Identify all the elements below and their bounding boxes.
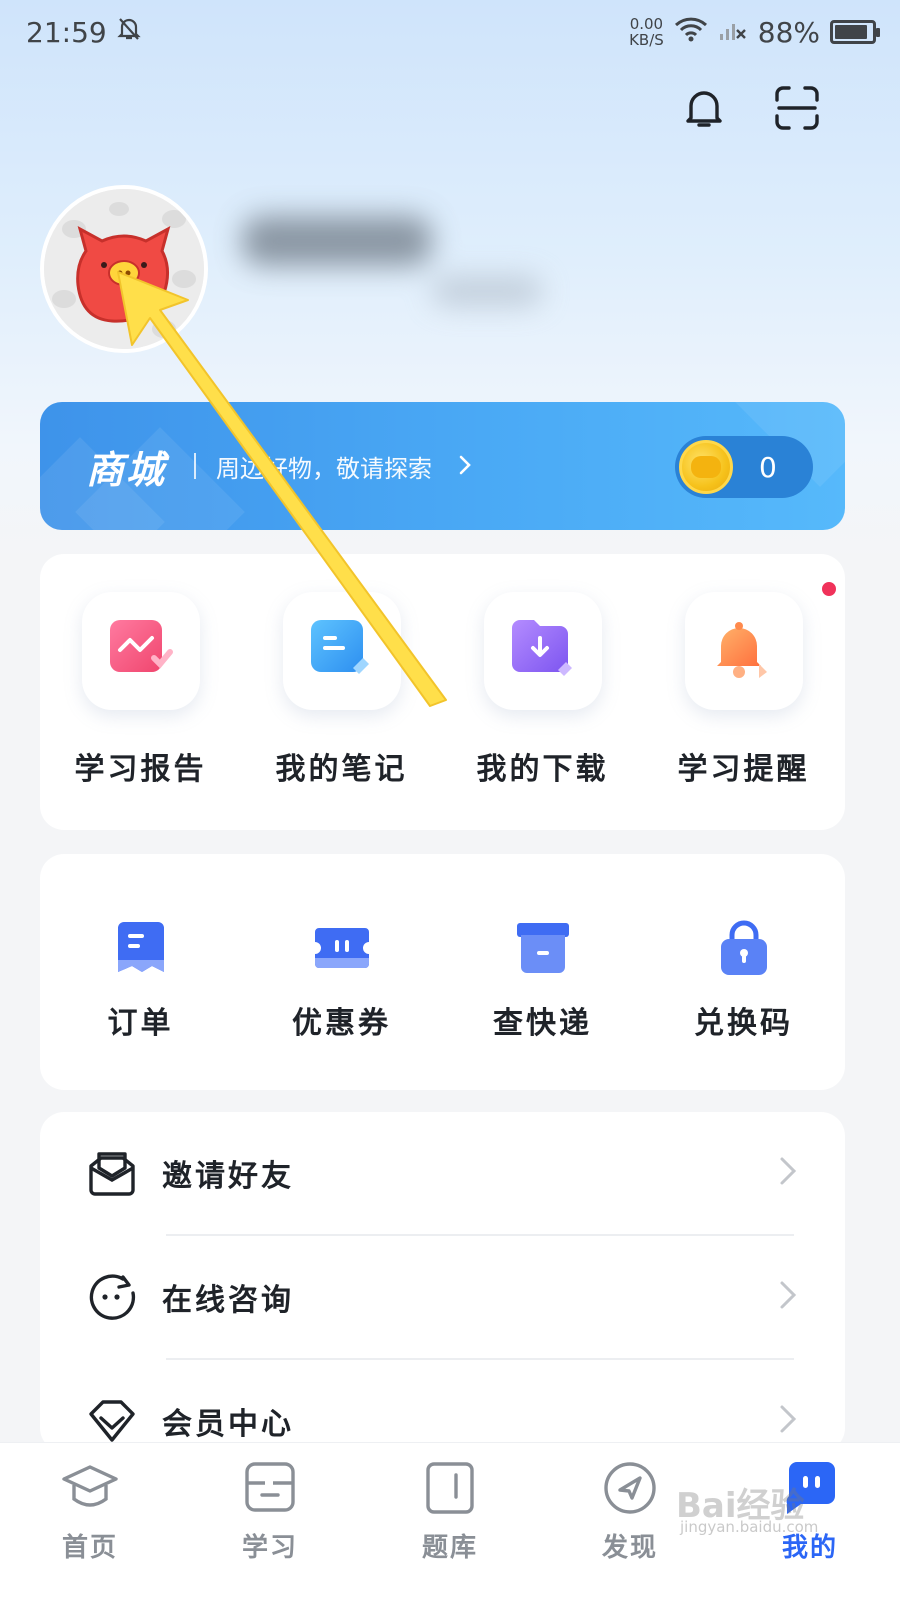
nav-label: 学习 xyxy=(241,1533,298,1563)
avatar[interactable] xyxy=(40,185,208,353)
net-speed: 0.00 KB/S xyxy=(629,16,664,48)
service-order[interactable]: 订单 xyxy=(40,854,241,1090)
nav-discover[interactable]: 发现 xyxy=(540,1443,720,1600)
username-blurred xyxy=(222,196,542,336)
quick-action-study-report[interactable]: 学习报告 xyxy=(40,554,241,830)
nav-label: 首页 xyxy=(61,1533,118,1563)
battery-percent: 88% xyxy=(757,15,820,49)
battery-level xyxy=(835,25,867,39)
discover-compass-icon xyxy=(599,1457,661,1519)
question-bank-icon xyxy=(419,1457,481,1519)
service-express[interactable]: 查快递 xyxy=(442,854,643,1090)
reminder-badge xyxy=(820,580,838,598)
quick-action-notes[interactable]: 我的笔记 xyxy=(241,554,442,830)
vip-diamond-icon xyxy=(86,1395,138,1447)
study-report-icon xyxy=(81,592,200,710)
wifi-icon xyxy=(674,16,708,49)
quick-action-reminder[interactable]: 学习提醒 xyxy=(643,554,844,830)
status-left: 21:59 xyxy=(26,16,141,49)
quick-action-label: 学习提醒 xyxy=(677,752,810,787)
nav-label: 题库 xyxy=(421,1533,478,1563)
mall-title: 商城 xyxy=(86,447,167,492)
coin-balance[interactable]: 0 xyxy=(675,436,813,498)
scan-button[interactable] xyxy=(771,82,823,134)
notes-icon xyxy=(282,592,401,710)
nav-mine[interactable]: 我的 xyxy=(720,1443,900,1600)
nav-label: 发现 xyxy=(601,1533,658,1563)
status-time: 21:59 xyxy=(26,15,107,49)
coin-count: 0 xyxy=(759,450,777,484)
nav-home[interactable]: 首页 xyxy=(0,1443,180,1600)
nav-label: 我的 xyxy=(781,1533,838,1563)
services-card: 订单 优惠券 查快递 兑换码 xyxy=(40,854,845,1090)
service-label: 兑换码 xyxy=(694,1006,793,1041)
order-icon xyxy=(111,918,171,978)
chevron-right-icon xyxy=(779,1156,797,1190)
service-label: 优惠券 xyxy=(292,1006,391,1041)
download-icon xyxy=(483,592,602,710)
quick-action-label: 我的下载 xyxy=(476,752,609,787)
chevron-right-icon xyxy=(779,1280,797,1314)
notification-bell-button[interactable] xyxy=(678,82,730,134)
net-speed-unit: KB/S xyxy=(629,31,664,49)
graduation-cap-icon xyxy=(59,1457,121,1519)
chevron-right-icon xyxy=(779,1404,797,1438)
net-speed-value: 0.00 xyxy=(629,15,664,33)
coin-icon xyxy=(679,440,733,494)
status-bar: 21:59 0.00 KB/S 88% xyxy=(0,0,900,64)
nav-question-bank[interactable]: 题库 xyxy=(360,1443,540,1600)
bell-icon xyxy=(686,91,722,127)
mall-banner[interactable]: 商城 周边好物，敬请探索 0 xyxy=(40,402,845,530)
signal-off-icon xyxy=(718,16,748,49)
menu-item-invite-friends[interactable]: 邀请好友 xyxy=(40,1112,845,1234)
chat-face-icon xyxy=(86,1271,138,1323)
redeem-lock-icon xyxy=(714,918,774,978)
reminder-bell-icon xyxy=(684,592,803,710)
menu-item-online-consult[interactable]: 在线咨询 xyxy=(40,1236,845,1358)
quick-action-label: 学习报告 xyxy=(74,752,207,787)
mall-separator xyxy=(194,453,197,479)
chevron-right-icon xyxy=(458,450,472,483)
mall-subtitle: 周边好物，敬请探索 xyxy=(216,454,433,483)
study-book-icon xyxy=(239,1457,301,1519)
service-label: 订单 xyxy=(107,1006,174,1041)
nav-study[interactable]: 学习 xyxy=(180,1443,360,1600)
status-right: 0.00 KB/S 88% xyxy=(629,15,880,49)
mine-chat-icon xyxy=(779,1457,841,1519)
battery-icon xyxy=(830,20,880,44)
quick-action-download[interactable]: 我的下载 xyxy=(442,554,643,830)
invite-mail-icon xyxy=(86,1147,138,1199)
service-redeem[interactable]: 兑换码 xyxy=(643,854,844,1090)
menu-item-label: 在线咨询 xyxy=(162,1283,294,1318)
service-coupon[interactable]: 优惠券 xyxy=(241,854,442,1090)
pig-avatar-icon xyxy=(44,189,204,349)
express-box-icon xyxy=(513,918,573,978)
mute-bell-icon xyxy=(117,16,141,49)
scan-icon xyxy=(775,86,819,130)
menu-item-label: 邀请好友 xyxy=(162,1159,294,1194)
menu-item-label: 会员中心 xyxy=(162,1407,294,1442)
coupon-icon xyxy=(312,918,372,978)
service-label: 查快递 xyxy=(493,1006,592,1041)
menu-card: 邀请好友 在线咨询 会员中心 xyxy=(40,1112,845,1452)
quick-action-label: 我的笔记 xyxy=(275,752,408,787)
bottom-nav: 首页 学习 题库 发现 我的 xyxy=(0,1442,900,1600)
quick-actions-card: 学习报告 我的笔记 我的下载 学习提醒 xyxy=(40,554,845,830)
